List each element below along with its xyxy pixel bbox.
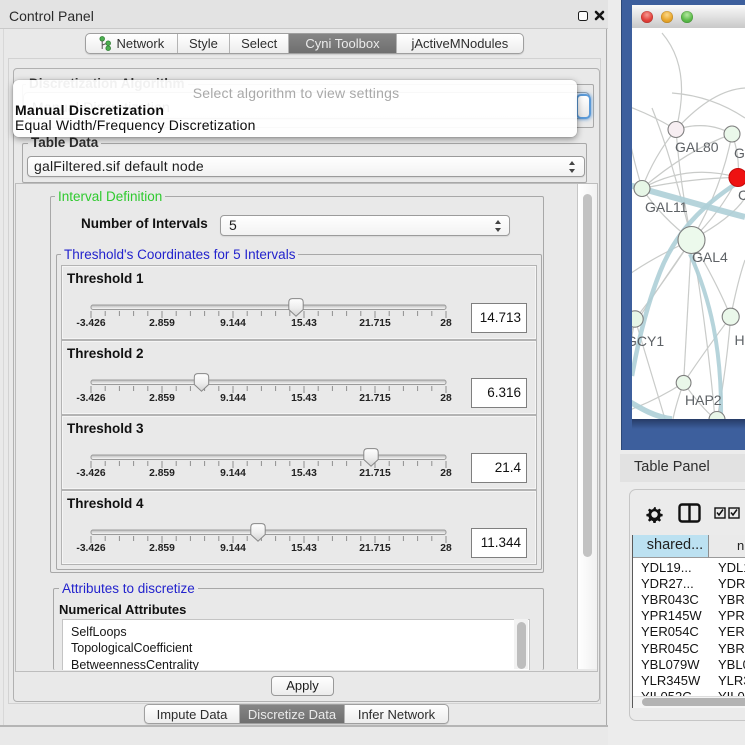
svg-text:2.859: 2.859	[149, 468, 175, 479]
svg-text:2.859: 2.859	[149, 543, 175, 554]
svg-text:HI: HI	[735, 332, 745, 348]
svg-text:9.144: 9.144	[220, 468, 246, 479]
svg-text:GAL11: GAL11	[645, 199, 688, 215]
svg-text:CY: CY	[738, 187, 745, 203]
svg-text:21.715: 21.715	[359, 393, 391, 404]
svg-text:-3.426: -3.426	[76, 543, 105, 554]
svg-text:28: 28	[440, 393, 452, 404]
svg-text:GAL80: GAL80	[675, 139, 719, 155]
svg-text:-3.426: -3.426	[76, 393, 105, 404]
svg-text:GAL4: GAL4	[692, 249, 728, 265]
svg-text:9.144: 9.144	[220, 393, 246, 404]
svg-text:2.859: 2.859	[149, 393, 175, 404]
svg-text:28: 28	[440, 318, 452, 329]
svg-text:21.715: 21.715	[359, 543, 391, 554]
svg-text:-3.426: -3.426	[76, 468, 105, 479]
svg-text:15.43: 15.43	[291, 543, 317, 554]
svg-text:28: 28	[440, 468, 452, 479]
svg-text:GCY1: GCY1	[632, 333, 664, 349]
svg-text:15.43: 15.43	[291, 468, 317, 479]
svg-text:21.715: 21.715	[359, 318, 391, 329]
svg-text:21.715: 21.715	[359, 468, 391, 479]
svg-text:-3.426: -3.426	[76, 318, 105, 329]
svg-text:9.144: 9.144	[220, 318, 246, 329]
svg-text:9.144: 9.144	[220, 543, 246, 554]
svg-text:15.43: 15.43	[291, 318, 317, 329]
svg-text:HAP2: HAP2	[685, 392, 722, 408]
svg-text:GA: GA	[734, 145, 745, 161]
svg-text:2.859: 2.859	[149, 318, 175, 329]
svg-text:15.43: 15.43	[291, 393, 317, 404]
svg-text:28: 28	[440, 543, 452, 554]
